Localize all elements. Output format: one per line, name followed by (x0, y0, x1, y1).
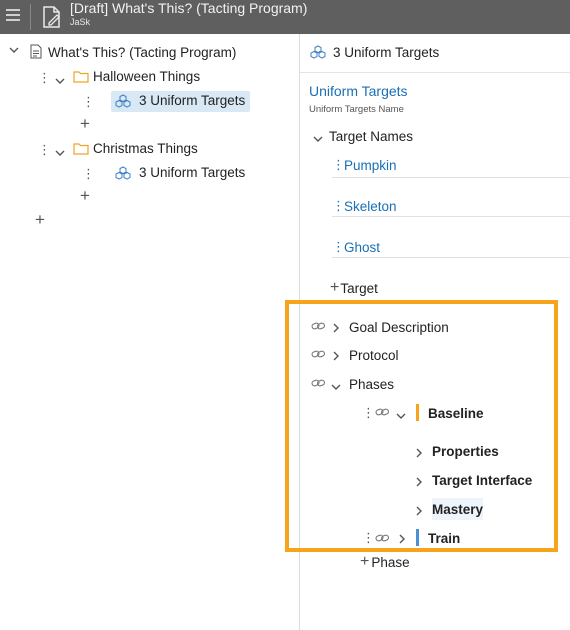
target-name-field[interactable]: Skeleton (344, 195, 397, 217)
target-name-field[interactable]: Pumpkin (344, 154, 397, 176)
targets-icon (115, 166, 131, 180)
add-icon[interactable]: + (80, 115, 90, 132)
chevron-down-icon[interactable] (8, 45, 20, 58)
folder-icon (73, 143, 89, 155)
divider (30, 4, 31, 30)
folder-icon (73, 71, 89, 83)
tree-root-label[interactable]: What's This? (Tacting Program) (48, 41, 236, 63)
tree-folder-label[interactable]: Halloween Things (93, 65, 200, 87)
targets-icon (115, 94, 131, 108)
add-icon[interactable]: + (35, 211, 45, 228)
add-icon: + (330, 279, 340, 296)
window-subtitle: JaSk (70, 17, 91, 27)
add-icon: + (360, 553, 370, 570)
name-field-caption: Uniform Targets Name (309, 104, 404, 115)
target-names-label[interactable]: Target Names (329, 125, 413, 147)
tree-item-label: 3 Uniform Targets (139, 93, 246, 108)
window-title: [Draft] What's This? (Tacting Program) (70, 0, 308, 16)
target-name-field[interactable]: Ghost (344, 236, 380, 258)
drag-handle-icon[interactable]: ⋮ (82, 167, 95, 180)
chevron-down-icon[interactable] (312, 131, 324, 149)
name-field-value[interactable]: Uniform Targets (309, 80, 408, 102)
edit-document-icon (43, 6, 60, 28)
drag-handle-icon[interactable]: ⋮ (38, 71, 51, 84)
tree-item-selected[interactable]: 3 Uniform Targets (111, 91, 250, 112)
add-target-button[interactable]: + Target (330, 277, 378, 299)
divider (332, 177, 570, 178)
chevron-down-icon[interactable] (54, 73, 66, 91)
targets-icon (310, 45, 326, 59)
menu-icon[interactable] (6, 9, 20, 23)
program-tree-panel: What's This? (Tacting Program) ⋮ Hallowe… (0, 34, 300, 630)
tree-folder-label[interactable]: Christmas Things (93, 137, 198, 159)
divider (332, 257, 570, 258)
divider (300, 72, 570, 73)
divider (332, 216, 570, 217)
tree-item-label[interactable]: 3 Uniform Targets (139, 161, 245, 183)
drag-handle-icon[interactable]: ⋮ (82, 95, 95, 108)
add-phase-label: Phase (371, 554, 410, 570)
title-bar: [Draft] What's This? (Tacting Program) J… (0, 0, 570, 34)
chevron-down-icon[interactable] (54, 145, 66, 163)
add-phase-button[interactable]: + Phase (360, 551, 410, 573)
detail-header-title: 3 Uniform Targets (333, 44, 440, 60)
add-icon[interactable]: + (80, 187, 90, 204)
highlight-annotation-box (285, 300, 558, 552)
drag-handle-icon[interactable]: ⋮ (38, 143, 51, 156)
document-icon (30, 44, 42, 59)
add-target-label: Target (340, 280, 378, 296)
